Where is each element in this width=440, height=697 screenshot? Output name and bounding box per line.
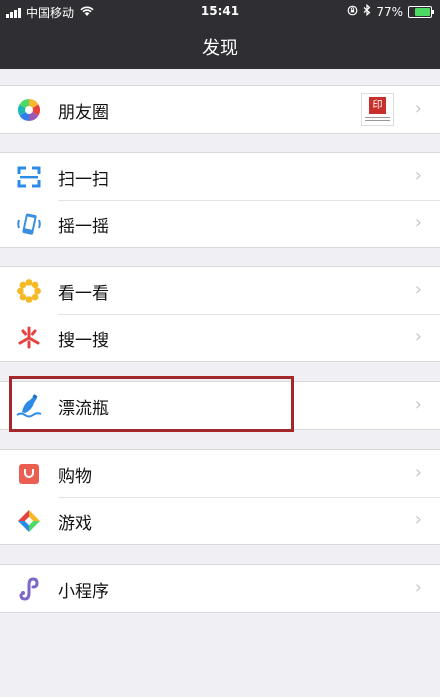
nav-bar: 发现: [0, 24, 440, 69]
search-icon: [16, 325, 42, 351]
battery-percent: 77%: [376, 4, 403, 19]
scan-icon: [16, 164, 42, 190]
rotation-lock-icon: [347, 5, 358, 19]
menu-item-label: 游戏: [58, 514, 92, 534]
chevron-right-icon: ›: [414, 165, 422, 186]
chevron-right-icon: ›: [414, 394, 422, 415]
menu-item-search[interactable]: 搜一搜 ›: [0, 314, 440, 361]
battery-icon: [408, 5, 434, 18]
menu-item-mini-programs[interactable]: 小程序 ›: [0, 565, 440, 612]
menu-item-label: 看一看: [58, 284, 109, 304]
highlight-annotation-box: [9, 376, 294, 432]
mini-programs-icon: [16, 576, 42, 602]
group-discover: 看一看 › 搜一搜 ›: [0, 266, 440, 362]
chevron-right-icon: ›: [414, 98, 422, 119]
games-icon: [16, 508, 42, 534]
group-shopping-games: 购物 › 游戏 ›: [0, 449, 440, 545]
group-scan-shake: 扫一扫 › 摇一摇 ›: [0, 152, 440, 248]
menu-item-label: 小程序: [58, 582, 109, 602]
bluetooth-icon: [363, 3, 371, 19]
moments-thumbnail: 印: [361, 93, 394, 126]
status-bar: 中国移动 15:41 77%: [0, 0, 440, 24]
menu-item-games[interactable]: 游戏 ›: [0, 497, 440, 544]
menu-item-label: 扫一扫: [58, 170, 109, 190]
group-moments: 朋友圈 印 ›: [0, 85, 440, 134]
seal-stamp-icon: 印: [369, 97, 386, 114]
chevron-right-icon: ›: [414, 462, 422, 483]
battery-level: [415, 7, 430, 16]
menu-item-shake[interactable]: 摇一摇 ›: [0, 200, 440, 247]
menu-item-scan[interactable]: 扫一扫 ›: [0, 153, 440, 200]
shake-icon: [16, 211, 42, 237]
chevron-right-icon: ›: [414, 326, 422, 347]
menu-item-label: 摇一摇: [58, 217, 109, 237]
menu-item-label: 搜一搜: [58, 331, 109, 351]
menu-item-label: 购物: [58, 467, 92, 487]
menu-item-shopping[interactable]: 购物 ›: [0, 450, 440, 497]
shopping-icon: [16, 461, 42, 487]
status-right: 77%: [342, 3, 434, 19]
moments-icon: [16, 97, 42, 123]
chevron-right-icon: ›: [414, 509, 422, 530]
chevron-right-icon: ›: [414, 279, 422, 300]
group-mini-programs: 小程序 ›: [0, 564, 440, 613]
page-title: 发现: [202, 38, 238, 59]
menu-item-top-stories[interactable]: 看一看 ›: [0, 267, 440, 314]
chevron-right-icon: ›: [414, 212, 422, 233]
menu-item-moments[interactable]: 朋友圈 印 ›: [0, 86, 440, 133]
chevron-right-icon: ›: [414, 577, 422, 598]
menu-item-label: 朋友圈: [58, 103, 109, 123]
top-stories-icon: [16, 278, 42, 304]
